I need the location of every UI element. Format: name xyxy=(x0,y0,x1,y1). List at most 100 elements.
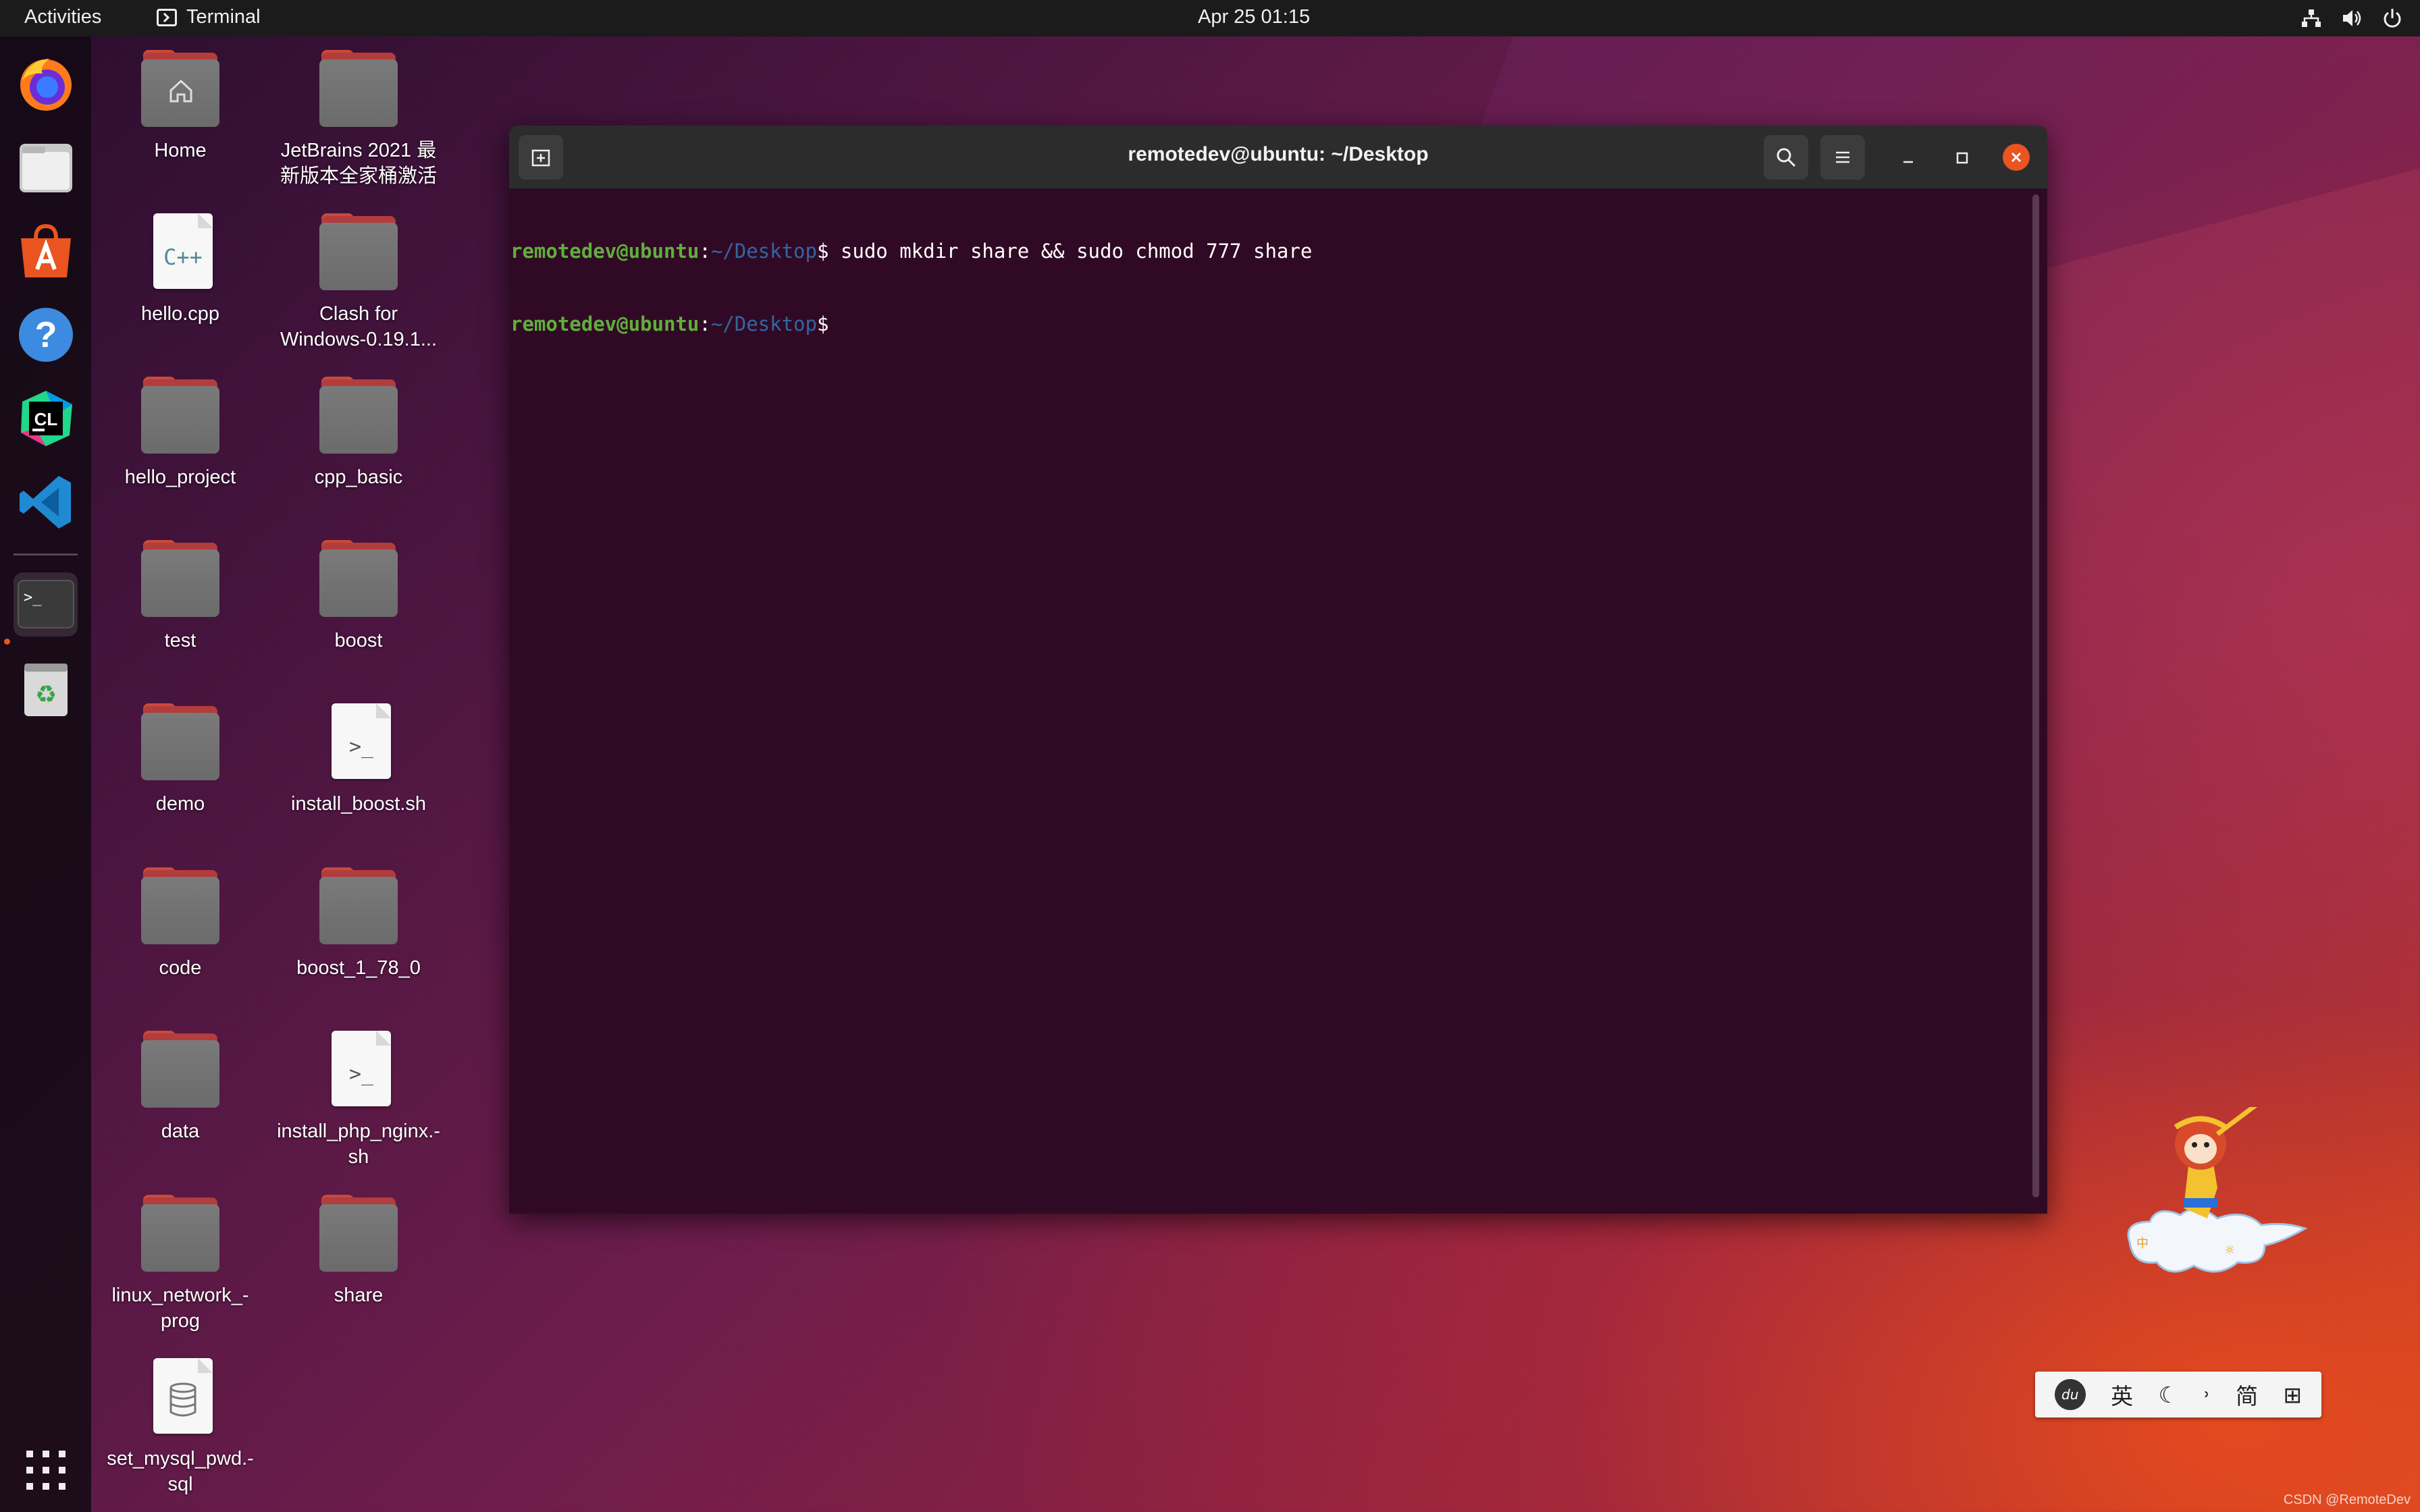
desktop-icon-label: hello_project xyxy=(124,466,236,488)
close-icon xyxy=(2011,152,2022,163)
desktop-icon-clash-for[interactable]: Clash for Windows-0.19.1... xyxy=(271,213,446,352)
svg-text:>_: >_ xyxy=(24,589,42,606)
desktop-icon-label: boost xyxy=(334,630,383,651)
dock: ? CL >_ ♻ xyxy=(0,36,91,1512)
desktop-icon-label: code xyxy=(159,957,202,979)
terminal-icon: >_ xyxy=(17,579,74,628)
terminal-launcher[interactable]: >_ xyxy=(14,572,78,637)
folder-icon xyxy=(319,377,398,458)
prompt-path: ~/Desktop xyxy=(710,313,817,335)
svg-text:?: ? xyxy=(34,315,57,355)
firefox-launcher[interactable] xyxy=(14,51,78,115)
folder-icon xyxy=(141,540,219,621)
shell-script-icon: >_ xyxy=(319,703,398,784)
ime-punctuation-toggle[interactable]: ˒ xyxy=(2204,1382,2211,1408)
prompt-path: ~/Desktop xyxy=(710,240,817,263)
firefox-icon xyxy=(20,58,72,111)
app-center-launcher[interactable] xyxy=(14,219,78,283)
desktop-icon-data[interactable]: data xyxy=(93,1031,268,1144)
folder-icon xyxy=(319,1195,398,1276)
desktop-icon-test[interactable]: test xyxy=(93,540,268,653)
system-tray[interactable] xyxy=(2300,7,2404,30)
vscode-icon xyxy=(19,475,71,529)
desktop-icon-label: share xyxy=(334,1285,384,1306)
ime-logo-icon[interactable]: du xyxy=(2054,1379,2086,1410)
desktop-icon-label: data xyxy=(161,1120,200,1142)
maximize-button[interactable] xyxy=(1949,144,1976,171)
terminal-line: remotedev@ubuntu:~/Desktop$ xyxy=(510,312,2028,336)
svg-text:中: 中 xyxy=(2136,1237,2149,1251)
folder-icon xyxy=(319,867,398,948)
clock[interactable]: Apr 25 01:15 xyxy=(1198,6,1310,28)
desktop-icon-linux-network[interactable]: linux_network_- prog xyxy=(93,1195,268,1334)
activities-button[interactable]: Activities xyxy=(24,6,101,28)
prompt-dollar: $ xyxy=(816,313,829,335)
home-folder-icon xyxy=(141,50,219,131)
prompt-dollar: $ xyxy=(816,240,829,263)
search-icon xyxy=(1777,148,1796,167)
minimize-button[interactable] xyxy=(1895,144,1922,171)
show-apps-icon xyxy=(26,1450,65,1490)
hamburger-menu-icon xyxy=(1836,151,1849,163)
shell-script-icon: >_ xyxy=(319,1031,398,1112)
power-icon[interactable] xyxy=(2381,7,2404,30)
search-button[interactable] xyxy=(1764,135,1808,180)
desktop-icon-code[interactable]: code xyxy=(93,867,268,981)
desktop-icon-hello-project[interactable]: hello_project xyxy=(93,377,268,490)
desktop-icon-label: demo xyxy=(155,793,205,815)
input-method-toolbar[interactable]: du 英 ☾ ˒ 简 ⊞ xyxy=(2035,1372,2321,1418)
ime-language-toggle[interactable]: 英 xyxy=(2111,1378,2133,1411)
clion-launcher[interactable]: CL xyxy=(14,386,78,450)
desktop-icon-label: test xyxy=(164,630,196,651)
menu-button[interactable] xyxy=(1820,135,1865,180)
desktop-icon-home[interactable]: Home xyxy=(93,50,268,163)
minimize-icon xyxy=(1903,161,1913,163)
help-launcher[interactable]: ? xyxy=(14,302,78,367)
terminal-output[interactable]: remotedev@ubuntu:~/Desktop$ sudo mkdir s… xyxy=(509,190,2028,1210)
desktop-icon-label: boost_1_78_0 xyxy=(296,957,421,979)
monkey-sticker-image: 中 ☼ xyxy=(2127,1107,2308,1273)
desktop-icon-boost[interactable]: boost xyxy=(271,540,446,653)
terminal-titlebar[interactable]: remotedev@ubuntu: ~/Desktop xyxy=(509,126,2047,189)
terminal-scrollbar[interactable] xyxy=(2032,194,2039,1197)
close-button[interactable] xyxy=(2003,144,2030,171)
top-bar: Activities Terminal Apr 25 01:15 xyxy=(0,0,2420,36)
svg-text:♻: ♻ xyxy=(34,681,56,709)
network-icon[interactable] xyxy=(2300,7,2323,30)
folder-icon xyxy=(141,1031,219,1112)
desktop-icon-label: Home xyxy=(154,140,207,161)
desktop-icon-label: hello.cpp xyxy=(140,303,220,325)
desktop-icon-install-php-nginx[interactable]: >_ install_php_nginx.- sh xyxy=(271,1031,446,1170)
ime-fullwidth-toggle[interactable]: ☾ xyxy=(2159,1382,2179,1408)
desktop-icon-demo[interactable]: demo xyxy=(93,703,268,817)
trash-icon: ♻ xyxy=(24,663,68,716)
desktop-icon-cpp-basic[interactable]: cpp_basic xyxy=(271,377,446,490)
dock-separator xyxy=(14,554,78,556)
desktop-icon-label: JetBrains 2021 最 新版本全家桶激活 xyxy=(280,140,437,187)
app-menu-label: Terminal xyxy=(186,6,261,28)
app-menu[interactable]: Terminal xyxy=(157,6,261,28)
desktop-icon-set-mysql-pwd[interactable]: set_mysql_pwd.- sql xyxy=(93,1358,268,1497)
desktop-icon-hello-cpp[interactable]: C++ hello.cpp xyxy=(93,213,268,327)
help-icon: ? xyxy=(18,307,73,362)
ime-settings-icon[interactable]: ⊞ xyxy=(2284,1382,2303,1408)
desktop-icon-boost-1-78-0[interactable]: boost_1_78_0 xyxy=(271,867,446,981)
volume-icon[interactable] xyxy=(2340,7,2363,30)
folder-icon xyxy=(141,867,219,948)
clion-icon: CL xyxy=(20,390,72,446)
vscode-launcher[interactable] xyxy=(14,470,78,534)
desktop-icon-install-boost-sh[interactable]: >_ install_boost.sh xyxy=(271,703,446,817)
show-apps-button[interactable] xyxy=(14,1438,78,1502)
terminal-window[interactable]: remotedev@ubuntu: ~/Desktop remotedev@ub… xyxy=(509,126,2047,1214)
cpp-file-icon: C++ xyxy=(141,213,219,294)
desktop-icon-label: linux_network_- prog xyxy=(111,1285,249,1332)
folder-icon xyxy=(141,703,219,784)
folder-icon xyxy=(319,540,398,621)
watermark: CSDN @RemoteDev xyxy=(2283,1492,2411,1507)
desktop-icon-label: cpp_basic xyxy=(314,466,403,488)
files-launcher[interactable] xyxy=(14,135,78,199)
ime-simplified-toggle[interactable]: 简 xyxy=(2236,1378,2258,1411)
desktop-icon-jetbrains-2021[interactable]: JetBrains 2021 最 新版本全家桶激活 xyxy=(271,50,446,189)
trash-launcher[interactable]: ♻ xyxy=(14,656,78,720)
desktop-icon-share[interactable]: share xyxy=(271,1195,446,1308)
